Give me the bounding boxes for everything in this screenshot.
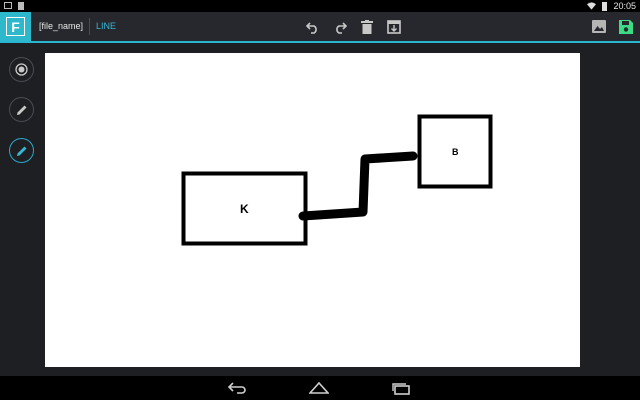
edit-toolbar [304, 18, 402, 35]
wifi-icon [587, 2, 597, 10]
redo-button[interactable] [331, 18, 348, 35]
pen-tool-button[interactable] [9, 97, 34, 122]
drawing-canvas[interactable]: K B [45, 53, 580, 367]
save-icon [618, 19, 633, 34]
action-bar: F [file_name] LINE [0, 12, 640, 43]
export-image-icon [591, 20, 606, 33]
connector-line[interactable] [298, 151, 418, 221]
navigation-bar [0, 376, 640, 400]
status-clock: 20:05 [613, 1, 636, 11]
back-button[interactable] [226, 380, 250, 396]
home-icon [309, 382, 329, 394]
battery-icon [602, 1, 608, 11]
file-name-label[interactable]: [file_name] [39, 21, 83, 31]
recent-apps-button[interactable] [389, 380, 413, 396]
mode-label[interactable]: LINE [96, 21, 116, 31]
delete-icon [360, 19, 373, 34]
fit-screen-button[interactable] [385, 18, 402, 35]
file-actions [590, 18, 634, 35]
recent-apps-icon [392, 382, 410, 395]
redo-icon [335, 21, 347, 34]
shape-label-b: B [452, 147, 459, 157]
action-bar-divider [89, 18, 90, 35]
app-screen: 20:05 F [file_name] LINE K B [0, 0, 640, 400]
save-button[interactable] [617, 18, 634, 35]
shape-label-k: K [240, 202, 249, 216]
app-logo-icon: F [6, 17, 25, 36]
export-image-button[interactable] [590, 18, 607, 35]
canvas-drawing [181, 114, 493, 246]
app-logo-button[interactable]: F [0, 12, 31, 41]
back-icon [228, 382, 246, 394]
pencil-icon [16, 146, 26, 156]
record-icon [15, 63, 28, 76]
image-notification-icon [4, 2, 12, 9]
fit-screen-icon [386, 19, 401, 34]
line-tool-button[interactable] [9, 138, 34, 163]
tool-rail [0, 43, 44, 376]
home-button[interactable] [307, 380, 331, 396]
shape-tool-button[interactable] [9, 57, 34, 82]
file-notification-icon [18, 2, 24, 10]
delete-button[interactable] [358, 18, 375, 35]
undo-button[interactable] [304, 18, 321, 35]
status-bar: 20:05 [0, 0, 640, 12]
undo-icon [305, 21, 317, 34]
pencil-icon [16, 105, 26, 115]
